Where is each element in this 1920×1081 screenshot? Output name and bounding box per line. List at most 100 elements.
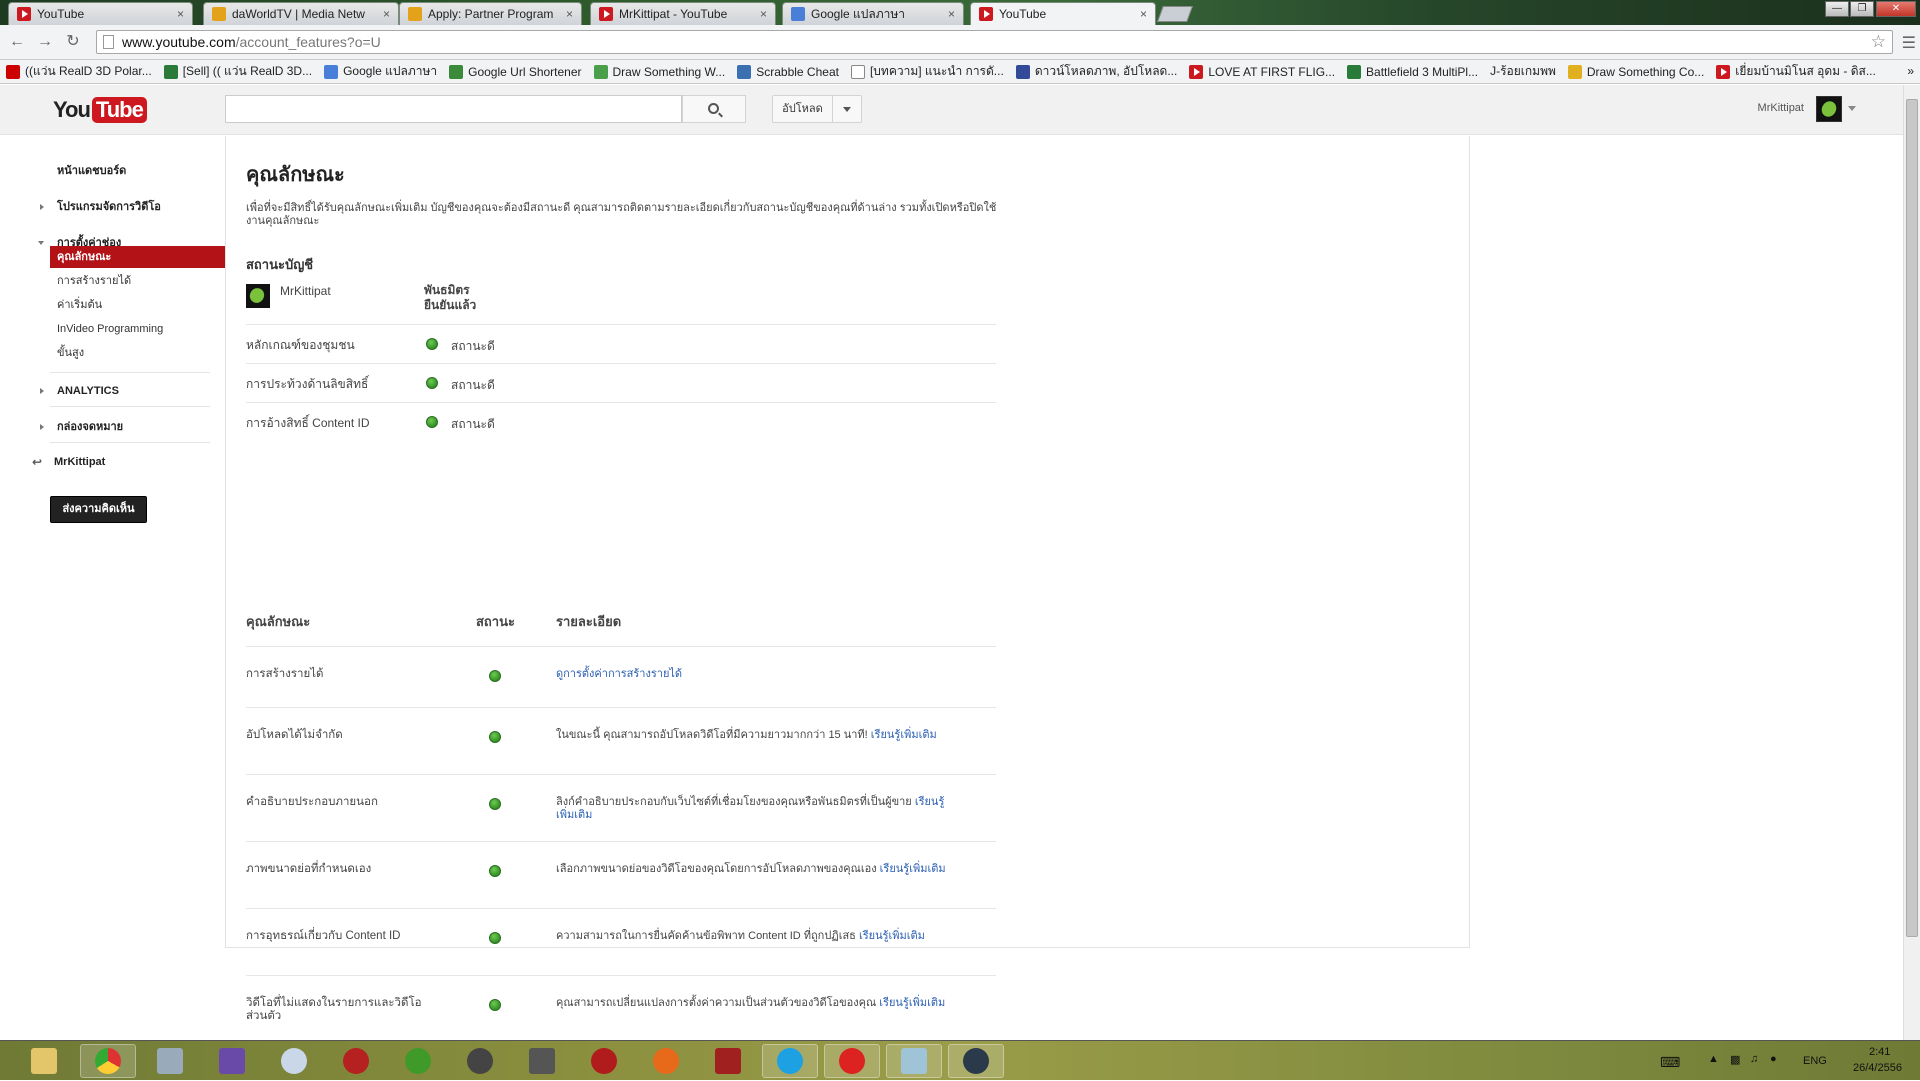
bookmark-item[interactable]: Battlefield 3 MultiPl...	[1341, 64, 1484, 79]
learn-more-link[interactable]: เรียนรู้เพิ่มเติม	[880, 863, 946, 875]
sidebar-subitem-defaults[interactable]: ค่าเริ่มต้น	[50, 294, 226, 316]
back-icon[interactable]: ←	[6, 31, 28, 53]
clock-time[interactable]: 2:41	[1869, 1046, 1890, 1058]
close-icon[interactable]: ×	[566, 7, 573, 21]
bookmark-item[interactable]: Scrabble Cheat	[731, 64, 845, 79]
reload-icon[interactable]: ↻	[62, 31, 84, 53]
app-taskbar-icon[interactable]	[452, 1044, 508, 1078]
close-icon[interactable]: ×	[760, 7, 767, 21]
monetization-settings-link[interactable]: ดูการตั้งค่าการสร้างรายได้	[556, 668, 682, 680]
steam-taskbar-icon[interactable]	[948, 1044, 1004, 1078]
browser-tab[interactable]: daWorldTV | Media Netw ×	[203, 2, 399, 25]
browser-tab[interactable]: MrKittipat - YouTube ×	[590, 2, 776, 25]
bookmark-item[interactable]: [บทความ] แนะนำ การดั...	[845, 62, 1010, 81]
paint-taskbar-icon[interactable]	[266, 1044, 322, 1078]
bookmark-item[interactable]: J-ร้อยเกมพพ	[1484, 62, 1562, 81]
learn-more-link[interactable]: เรียนรู้เพิ่มเติม	[859, 930, 925, 942]
bookmark-star-icon[interactable]: ☆	[1871, 32, 1886, 52]
bookmark-item[interactable]: เยี่ยมบ้านมิโนส อุดม - ดิส...	[1710, 62, 1882, 81]
feature-name: วิดีโอที่ไม่แสดงในรายการและวิดีโอส่วนตัว	[246, 997, 422, 1022]
chevron-down-icon[interactable]	[1848, 106, 1856, 111]
browser-tab[interactable]: YouTube ×	[8, 2, 193, 25]
sidebar-subitem-monetization[interactable]: การสร้างรายได้	[50, 270, 226, 292]
firefox-taskbar-icon[interactable]	[638, 1044, 694, 1078]
bookmark-item[interactable]: Draw Something W...	[588, 64, 732, 79]
chevron-right-icon	[40, 424, 44, 430]
user-name[interactable]: MrKittipat	[1700, 102, 1804, 114]
volume-icon[interactable]: ♫	[1750, 1053, 1758, 1065]
youtube-logo[interactable]: You Tube	[53, 97, 147, 123]
bookmark-item[interactable]: ((แว่น RealD 3D Polar...	[0, 62, 158, 81]
app-taskbar-icon[interactable]	[886, 1044, 942, 1078]
youtube-icon	[599, 7, 613, 21]
feature-desc: ความสามารถในการยื่นคัดค้านข้อพิพาท Conte…	[556, 930, 925, 942]
sidebar-item-dashboard[interactable]: หน้าแดชบอร์ด	[50, 159, 226, 183]
feature-name: ภาพขนาดย่อที่กำหนดเอง	[246, 863, 372, 875]
record-taskbar-icon[interactable]	[824, 1044, 880, 1078]
learn-more-link[interactable]: เรียนรู้เพิ่มเติม	[879, 997, 945, 1009]
wrench-icon[interactable]: ☰	[1902, 33, 1916, 53]
divider	[50, 372, 210, 373]
browser-tab[interactable]: Google แปลภาษา ×	[782, 2, 964, 25]
keyboard-icon[interactable]: ⌨	[1660, 1054, 1680, 1071]
divider	[246, 975, 996, 976]
bookmark-item[interactable]: Google Url Shortener	[443, 64, 587, 79]
app-taskbar-icon[interactable]	[328, 1044, 384, 1078]
chevron-down-icon[interactable]	[833, 96, 861, 122]
scrollbar-thumb[interactable]	[1906, 99, 1918, 937]
chrome-taskbar-icon[interactable]	[80, 1044, 136, 1078]
divider	[246, 707, 996, 708]
learn-more-link[interactable]: เรียนรู้เพิ่มเติม	[871, 729, 937, 741]
app-taskbar-icon[interactable]	[514, 1044, 570, 1078]
bookmark-item[interactable]: LOVE AT FIRST FLIG...	[1183, 64, 1341, 79]
bookmark-item[interactable]: ดาวน์โหลดภาพ, อัปโหลด...	[1010, 62, 1184, 81]
sidebar-back-user[interactable]: ↩ MrKittipat	[30, 451, 210, 473]
explorer-taskbar-icon[interactable]	[16, 1044, 72, 1078]
browser-tab-active[interactable]: YouTube ×	[970, 2, 1156, 25]
calculator-taskbar-icon[interactable]	[142, 1044, 198, 1078]
skype-taskbar-icon[interactable]	[762, 1044, 818, 1078]
sidebar-subitem-features[interactable]: คุณลักษณะ	[50, 246, 226, 268]
new-tab-button[interactable]	[1157, 6, 1193, 22]
app-taskbar-icon[interactable]	[576, 1044, 632, 1078]
close-icon[interactable]: ×	[383, 7, 390, 21]
utorrent-taskbar-icon[interactable]	[390, 1044, 446, 1078]
avatar[interactable]	[1816, 96, 1842, 122]
account-name: MrKittipat	[280, 284, 331, 298]
language-indicator[interactable]: ENG	[1803, 1055, 1827, 1067]
sidebar-item-analytics[interactable]: ANALYTICS	[40, 379, 226, 403]
upload-button[interactable]: อัปโหลด	[772, 95, 862, 123]
forward-icon[interactable]: →	[34, 31, 56, 53]
bookmarks-more-icon[interactable]: »	[1907, 64, 1914, 78]
youtube-header: You Tube อัปโหลด MrKittipat	[0, 85, 1903, 135]
shield-icon[interactable]: ●	[1770, 1053, 1777, 1065]
bookmark-item[interactable]: [Sell] (( แว่น RealD 3D...	[158, 62, 318, 81]
address-bar[interactable]: www.youtube.com/account_features?o=U ☆	[96, 30, 1893, 54]
sidebar-subitem-invideo[interactable]: InVideo Programming	[50, 318, 226, 340]
divider	[246, 402, 996, 403]
back-arrow-icon: ↩	[32, 455, 43, 469]
minimize-button[interactable]: —	[1825, 1, 1849, 17]
network-icon[interactable]: ▩	[1730, 1053, 1740, 1066]
bookmark-item[interactable]: Google แปลภาษา	[318, 62, 443, 81]
scrollbar[interactable]	[1903, 85, 1920, 1040]
bookmark-item[interactable]: Draw Something Co...	[1562, 64, 1710, 79]
close-window-button[interactable]: ✕	[1876, 1, 1916, 17]
sidebar-item-inbox[interactable]: กล่องจดหมาย	[40, 415, 226, 439]
close-icon[interactable]: ×	[1140, 7, 1147, 21]
search-input[interactable]	[225, 95, 682, 123]
feedback-button[interactable]: ส่งความคิดเห็น	[50, 496, 147, 523]
sidebar-item-video-manager[interactable]: โปรแกรมจัดการวิดีโอ	[40, 195, 226, 219]
feature-name: การอุทธรณ์เกี่ยวกับ Content ID	[246, 930, 401, 942]
visual-studio-taskbar-icon[interactable]	[204, 1044, 260, 1078]
search-button[interactable]	[682, 95, 746, 123]
tray-arrow-icon[interactable]: ▲	[1708, 1053, 1719, 1065]
app-icon	[343, 1048, 369, 1074]
close-icon[interactable]: ×	[177, 7, 184, 21]
close-icon[interactable]: ×	[948, 7, 955, 21]
browser-tab[interactable]: Apply: Partner Program ×	[399, 2, 582, 25]
maximize-button[interactable]: ❐	[1850, 1, 1874, 17]
sidebar-subitem-advanced[interactable]: ขั้นสูง	[50, 342, 226, 364]
clock-date[interactable]: 26/4/2556	[1853, 1062, 1902, 1074]
app-taskbar-icon[interactable]	[700, 1044, 756, 1078]
